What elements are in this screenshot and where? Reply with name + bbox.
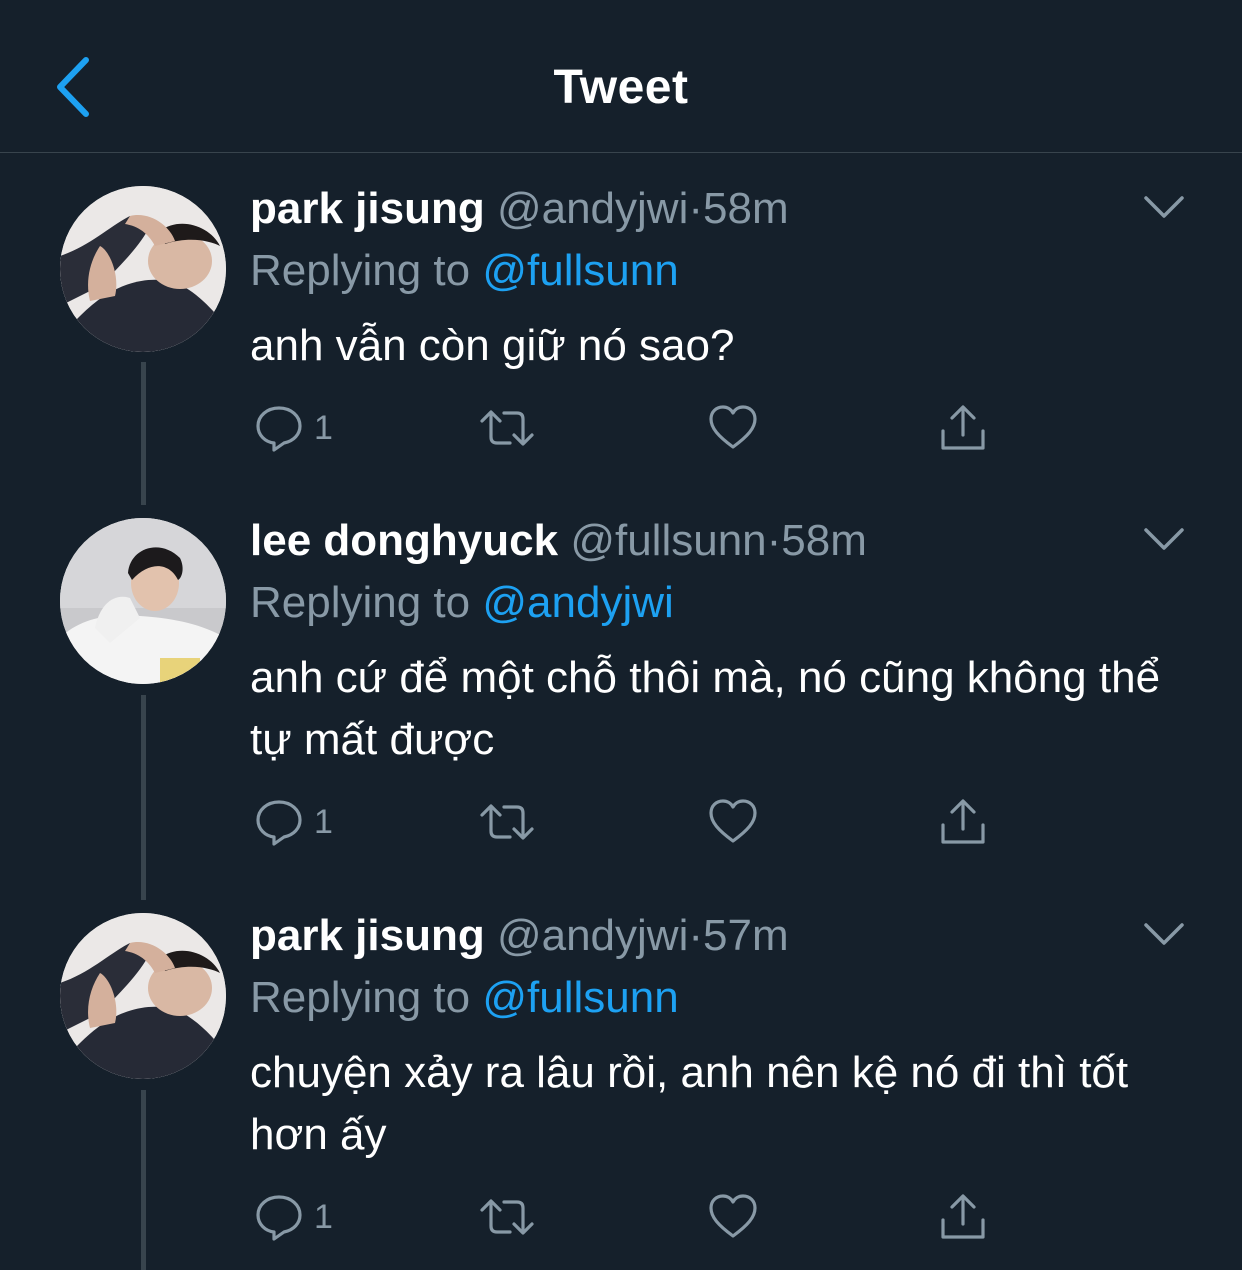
tweet-actions: 1 — [250, 1187, 1010, 1247]
timestamp[interactable]: 57m — [703, 911, 789, 960]
heart-icon — [709, 1194, 757, 1238]
tweet-text: chuyện xảy ra lâu rồi, anh nên kệ nó đi … — [250, 1048, 1129, 1159]
avatar-photo — [60, 913, 226, 1079]
thread-connector — [141, 1090, 146, 1270]
tweet[interactable]: park jisung @andyjwi·57m Replying to @fu… — [0, 0, 1242, 1270]
display-name[interactable]: park jisung — [250, 911, 485, 960]
replying-to: Replying to @fullsunn — [250, 972, 679, 1024]
chevron-down-icon — [1144, 923, 1184, 945]
reply-count: 1 — [314, 1197, 333, 1236]
share-button[interactable] — [938, 1187, 988, 1247]
more-options-button[interactable] — [1140, 919, 1188, 949]
user-handle[interactable]: @andyjwi — [497, 911, 688, 960]
retweet-icon — [480, 1199, 534, 1235]
comment-icon — [256, 1195, 302, 1241]
reply-button[interactable]: 1 — [254, 1187, 333, 1247]
separator-dot: · — [688, 911, 704, 960]
share-icon — [941, 1194, 985, 1239]
replying-to-label: Replying to — [250, 973, 471, 1022]
like-button[interactable] — [708, 1187, 758, 1247]
avatar[interactable] — [60, 913, 226, 1079]
mention-link[interactable]: @fullsunn — [482, 973, 678, 1022]
retweet-button[interactable] — [478, 1187, 536, 1247]
tweet-header: park jisung @andyjwi·57m — [250, 910, 789, 962]
